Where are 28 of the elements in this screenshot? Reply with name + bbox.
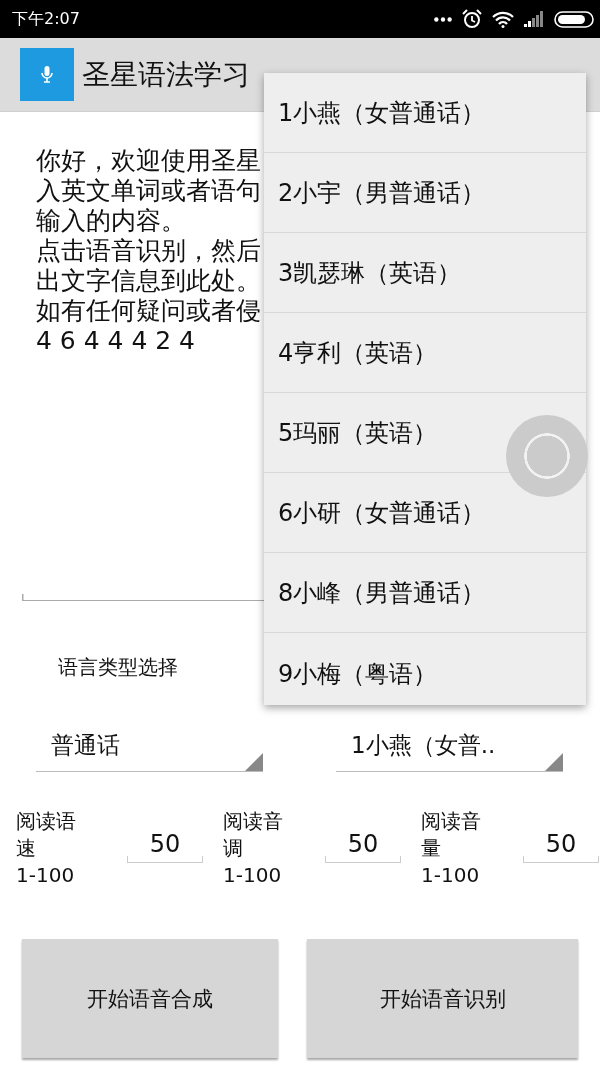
dropdown-select[interactable]: 普通话 <box>36 719 263 772</box>
dropdown-corner-icon <box>245 753 263 771</box>
language-type-label: 语言类型选择 <box>58 654 178 681</box>
wifi-icon <box>492 10 514 28</box>
dropdown-option[interactable]: 3凯瑟琳（英语） <box>264 233 586 313</box>
parameter-label: 阅读音量 <box>421 808 482 862</box>
status-time: 下午2:07 <box>12 8 80 30</box>
signal-bars-icon <box>524 11 544 27</box>
message-text: 你好，欢迎使用圣星 入英文单词或者语句 输入的内容。 点击语音识别，然后 出文字信息到此处。 如有任何疑问或者侵 4 6 4 4 4 2 4 <box>36 146 261 356</box>
parameter-range: 1-100 <box>16 862 76 889</box>
dropdown-option[interactable]: 9小梅（粤语） <box>264 633 586 705</box>
parameter-range: 1-100 <box>421 862 481 889</box>
alarm-clock-icon <box>462 9 482 29</box>
dropdown-option[interactable]: 1小燕（女普通话） <box>264 73 586 153</box>
dropdown-option[interactable]: 8小峰（男普通话） <box>264 553 586 633</box>
dropdown-corner-icon <box>545 753 563 771</box>
dropdown-option[interactable]: 4亨利（英语） <box>264 313 586 393</box>
action-button[interactable]: 开始语音合成 <box>22 939 278 1058</box>
more-dots-icon <box>434 16 452 22</box>
parameter-label: 阅读语速 <box>16 808 77 862</box>
app-title: 圣星语法学习 <box>82 56 250 93</box>
dropdown-option[interactable]: 2小宇（男普通话） <box>264 153 586 233</box>
battery-icon <box>554 10 594 28</box>
action-button[interactable]: 开始语音识别 <box>307 939 578 1058</box>
parameter-range: 1-100 <box>223 862 283 889</box>
parameter-label: 阅读音调 <box>223 808 284 862</box>
microphone-app-icon <box>20 48 74 101</box>
dropdown-select[interactable]: 1小燕（女普.. <box>336 719 563 772</box>
